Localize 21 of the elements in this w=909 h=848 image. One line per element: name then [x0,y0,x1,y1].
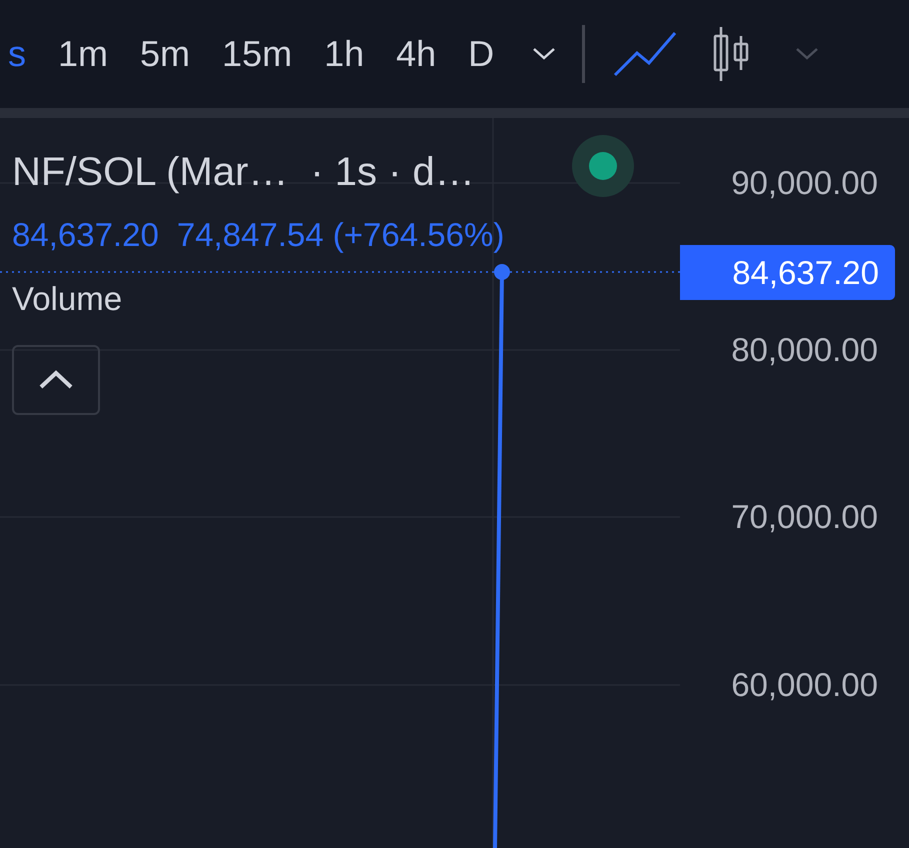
price-axis-label: 60,000.00 [731,668,878,701]
price-axis-label: 80,000.00 [731,333,878,366]
interval-tab[interactable]: 5m [140,36,190,72]
price-axis-label: 90,000.00 [731,166,878,199]
last-value: 84,637.20 [12,215,159,255]
interval-tab[interactable]: 4h [396,36,436,72]
symbol-meta: · 1s · d… [310,149,475,196]
interval-tab[interactable]: D [468,36,494,72]
change-value: 74,847.54 (+764.56%) [176,215,504,255]
chevron-up-icon [39,370,73,390]
interval-tab[interactable]: 1m [58,36,108,72]
symbol-title: NF/SOL (Mar… [12,149,288,196]
line-chart-icon[interactable] [613,31,678,77]
candlestick-icon[interactable] [711,26,752,82]
interval-tab[interactable]: 15m [222,36,292,72]
price-axis-label: 70,000.00 [731,500,878,533]
collapse-button[interactable] [12,345,100,415]
interval-tab[interactable]: s [8,36,26,72]
interval-tab[interactable]: 1h [324,36,364,72]
last-price-label: 84,637.20 [680,245,895,300]
indicator-label: Volume [12,278,124,318]
